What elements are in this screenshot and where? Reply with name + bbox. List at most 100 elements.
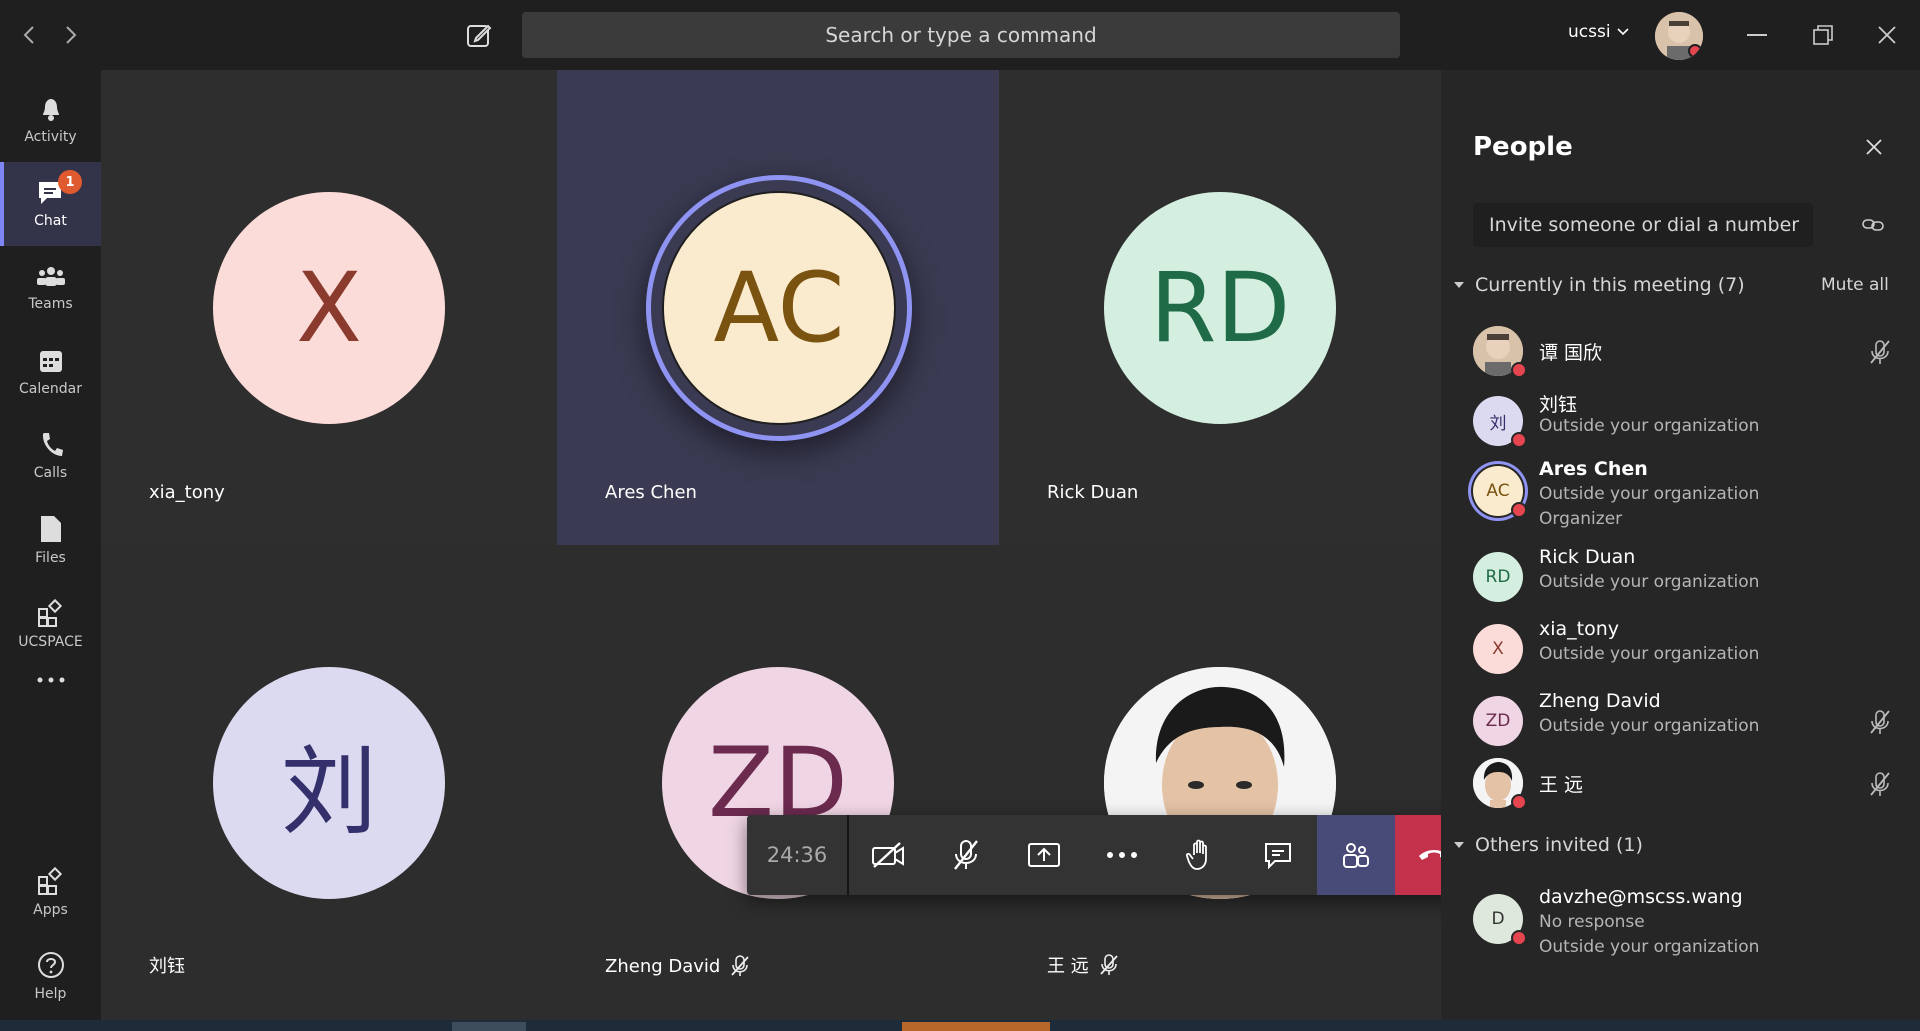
participant-name-text: Rick Duan (1047, 482, 1139, 503)
rail-help[interactable]: Help (0, 934, 101, 1018)
participant-name-text: 王 远 (1047, 956, 1089, 977)
participant-name: 刘钰 (149, 952, 185, 978)
avatar: RD (1104, 192, 1336, 424)
close-icon[interactable] (1870, 0, 1904, 70)
mic-toggle-button[interactable] (927, 815, 1005, 895)
participant-name: Ares Chen (605, 482, 697, 503)
avatar: 刘 (213, 667, 445, 899)
chevron-down-icon (1616, 28, 1629, 36)
avatar[interactable] (1655, 12, 1703, 60)
participant-row[interactable]: X xia_tony Outside your organization (1473, 618, 1893, 694)
unread-badge: 1 (58, 170, 82, 194)
apps-icon (37, 598, 62, 627)
presence-busy-icon (1511, 432, 1527, 448)
invite-input[interactable]: Invite someone or dial a number (1473, 203, 1813, 247)
show-conversation-button[interactable] (1239, 815, 1317, 895)
participant-name-text: Zheng David (605, 955, 721, 977)
account-menu[interactable]: ucssi (1568, 22, 1629, 42)
participant-tile[interactable]: 刘 刘钰 (101, 545, 557, 1020)
participant-name-text: Ares Chen (605, 482, 697, 503)
avatar: X (1473, 624, 1523, 674)
call-controls: 24:36 (747, 815, 1475, 895)
participant-tile[interactable]: 王 远 (999, 545, 1441, 1020)
participant-row[interactable]: 王 远 (1473, 758, 1893, 828)
search-input[interactable]: Search or type a command (522, 12, 1400, 58)
participant-row[interactable]: ZD Zheng David Outside your organization (1473, 690, 1893, 766)
os-taskbar (0, 1020, 1920, 1031)
phone-icon (42, 433, 63, 456)
teams-window: Search or type a command ucssi Activity … (0, 0, 1920, 1031)
taskbar-item[interactable] (902, 1022, 1050, 1031)
forward-icon[interactable] (56, 0, 86, 70)
camera-off-icon (872, 842, 904, 868)
participant-tile[interactable]: X xia_tony (101, 70, 557, 545)
rail-label: Calendar (19, 381, 82, 397)
presence-busy-icon (1511, 930, 1527, 946)
rail-calendar[interactable]: Calendar (0, 330, 101, 414)
others-section-header[interactable]: Others invited (1) (1453, 834, 1643, 856)
rail-teams[interactable]: Teams (0, 246, 101, 330)
rail-calls[interactable]: Calls (0, 414, 101, 498)
close-icon (1866, 139, 1882, 155)
participant-tile-speaking[interactable]: AC Ares Chen (557, 70, 999, 545)
participant-name: Rick Duan (1047, 482, 1138, 503)
rail-activity[interactable]: Activity (0, 78, 101, 162)
more-actions-button[interactable] (1083, 815, 1161, 895)
more-icon (37, 677, 64, 683)
invited-row[interactable]: D davzhe@mscss.wang No response Outside … (1473, 886, 1893, 984)
mute-all-button[interactable]: Mute all (1821, 275, 1889, 295)
back-icon[interactable] (14, 0, 44, 70)
participant-tile[interactable]: RD Rick Duan (999, 70, 1441, 545)
participant-row[interactable]: 谭 国欣 (1473, 326, 1893, 396)
avatar: RD (1473, 552, 1523, 602)
share-invite-link-button[interactable] (1855, 212, 1891, 238)
rail-chat[interactable]: Chat 1 (0, 162, 101, 246)
raise-hand-icon (1186, 839, 1207, 870)
rail-label: Help (34, 986, 67, 1002)
link-icon (1862, 219, 1884, 231)
invitee-status: No response (1539, 912, 1645, 932)
rail-apps[interactable]: Apps (0, 850, 101, 934)
share-screen-button[interactable] (1005, 815, 1083, 895)
compose-icon[interactable] (462, 0, 496, 70)
participant-name: xia_tony (149, 482, 225, 503)
avatar: AC (662, 191, 896, 425)
others-section-label: Others invited (1) (1475, 834, 1643, 856)
raise-hand-button[interactable] (1161, 815, 1239, 895)
rail-label: Apps (33, 902, 68, 918)
rail-ucspace[interactable]: UCSPACE (0, 582, 101, 666)
taskbar-item[interactable] (452, 1022, 526, 1031)
close-panel-button[interactable] (1859, 132, 1889, 162)
invitee-email: davzhe@mscss.wang (1539, 886, 1743, 908)
invitee-org: Outside your organization (1539, 937, 1760, 957)
minimize-icon[interactable] (1740, 0, 1774, 70)
mic-off-icon[interactable] (1867, 770, 1893, 798)
more-apps-button[interactable] (0, 658, 101, 708)
participant-row[interactable]: 刘 刘钰 Outside your organization (1473, 394, 1893, 466)
participant-org: Outside your organization (1539, 484, 1760, 504)
app-bar: Activity Chat 1 Teams Calendar Calls Fil… (0, 70, 101, 1020)
mic-off-icon[interactable] (1867, 338, 1893, 366)
current-section-header[interactable]: Currently in this meeting (7) (1453, 274, 1745, 296)
presence-busy-icon (1511, 794, 1527, 810)
mic-off-icon (731, 955, 750, 976)
participant-name: 王 远 (1539, 774, 1584, 796)
rail-files[interactable]: Files (0, 498, 101, 582)
mic-off-icon (1100, 954, 1118, 975)
current-section-label: Currently in this meeting (7) (1475, 274, 1745, 296)
participant-name: Zheng David (1539, 690, 1661, 712)
presence-busy-icon (1511, 362, 1527, 378)
participant-org: Outside your organization (1539, 716, 1760, 736)
rail-label: Chat (34, 213, 67, 229)
participant-row[interactable]: RD Rick Duan Outside your organization (1473, 546, 1893, 622)
camera-toggle-button[interactable] (849, 815, 927, 895)
participant-tile[interactable]: ZD Zheng David (557, 545, 999, 1020)
mic-off-icon (954, 840, 978, 870)
calendar-icon (39, 351, 62, 372)
mic-off-icon[interactable] (1867, 708, 1893, 736)
teams-icon (36, 267, 65, 286)
show-participants-button[interactable] (1317, 815, 1395, 895)
user-name: ucssi (1568, 22, 1611, 42)
participant-row[interactable]: AC Ares Chen Outside your organization O… (1473, 458, 1893, 556)
restore-icon[interactable] (1806, 0, 1840, 70)
